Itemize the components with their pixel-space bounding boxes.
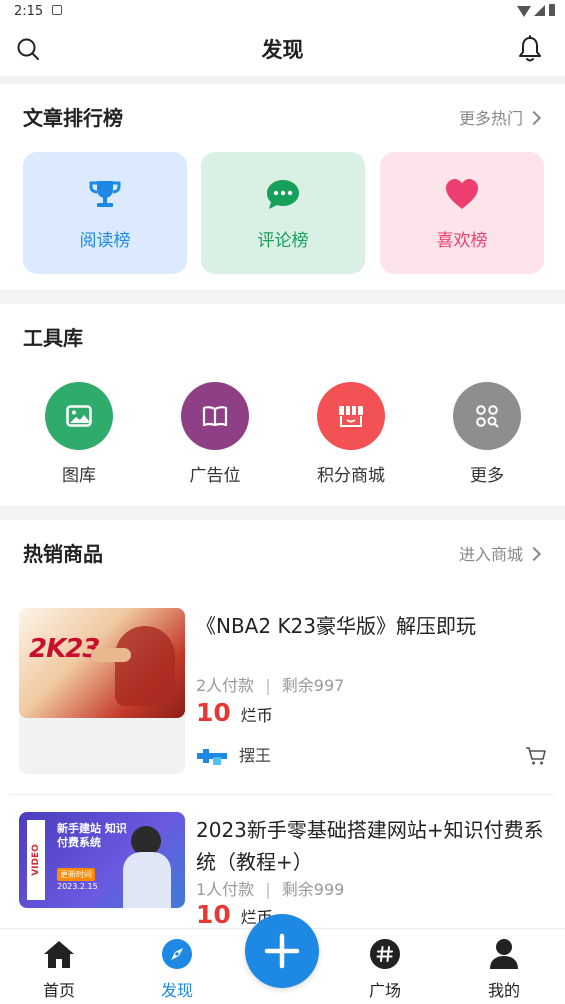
cart-icon[interactable] <box>525 746 547 766</box>
product-item[interactable]: VIDEO 新手建站 知识付费系统 更新时间 2023.2.15 2023新手零… <box>0 812 565 928</box>
store-icon <box>339 406 363 427</box>
page-title: 发现 <box>261 38 304 62</box>
like-rank-label: 喜欢榜 <box>436 231 488 251</box>
paid-count: 1人付款 <box>196 880 255 899</box>
tab-home[interactable]: 首页 <box>19 937 99 1001</box>
remaining-count: 剩余997 <box>281 676 345 695</box>
image-icon <box>66 405 92 427</box>
price-unit: 烂币 <box>240 706 273 725</box>
meta-divider: | <box>265 880 271 899</box>
tools-title: 工具库 <box>23 326 83 350</box>
tool-points-mall-label: 积分商城 <box>317 466 385 486</box>
remaining-count: 剩余999 <box>281 880 345 899</box>
battery-icon <box>549 4 555 16</box>
thumb-side-label: VIDEO <box>31 844 41 876</box>
tool-more-label: 更多 <box>470 466 504 486</box>
comment-icon <box>267 180 299 209</box>
tab-mine-label: 我的 <box>487 981 520 1000</box>
thumb-logo: 2K23 <box>29 634 100 664</box>
product-item[interactable]: 2K23 《NBA2 K23豪华版》解压即玩 2人付款 | 剩余997 10 烂币… <box>0 608 565 796</box>
more-hot-link[interactable]: 更多热门 <box>458 105 542 129</box>
reading-rank-card[interactable]: 阅读榜 <box>23 152 187 274</box>
create-post-button[interactable] <box>245 914 319 988</box>
top-header: 发现 <box>0 24 565 76</box>
signal-icon <box>534 5 545 16</box>
tool-gallery-label: 图库 <box>62 466 96 486</box>
tools-section: 工具库 图库 广告位 积分商城 更多 <box>0 304 565 506</box>
heart-icon <box>446 179 478 209</box>
chevron-right-icon <box>526 110 542 126</box>
tab-home-label: 首页 <box>42 981 75 1000</box>
thumb-title: 新手建站 知识付费系统 <box>57 822 127 849</box>
products-section: 热销商品 进入商城 2K23 《NBA2 K23豪华版》解压即玩 2人付款 | … <box>0 520 565 928</box>
hashtag-icon <box>370 939 400 969</box>
thumb-date: 2023.2.15 <box>57 882 98 891</box>
tab-discover[interactable]: 发现 <box>137 937 217 1001</box>
product-name: 《NBA2 K23豪华版》解压即玩 <box>196 614 477 638</box>
trophy-icon <box>89 181 121 207</box>
chevron-right-icon <box>526 546 542 562</box>
plus-icon <box>264 933 300 969</box>
product-meta: 2人付款 | 剩余997 <box>196 672 344 696</box>
ranking-section: 文章排行榜 更多热门 阅读榜 评论榜 喜欢榜 <box>0 84 565 290</box>
tab-mine[interactable]: 我的 <box>464 937 544 1001</box>
user-icon <box>490 939 518 969</box>
status-time: 2:15 <box>14 4 44 19</box>
paid-count: 2人付款 <box>196 676 255 695</box>
comment-rank-card[interactable]: 评论榜 <box>201 152 365 274</box>
product-meta: 1人付款 | 剩余999 <box>196 876 351 900</box>
product-thumbnail: 2K23 <box>19 608 185 718</box>
like-rank-card[interactable]: 喜欢榜 <box>380 152 544 274</box>
product-price: 10 烂币 <box>196 698 273 727</box>
more-hot-label: 更多热门 <box>458 109 523 128</box>
tab-square-label: 广场 <box>368 981 401 1000</box>
tool-points-mall[interactable]: 积分商城 <box>296 382 406 486</box>
seller-name: 摆王 <box>239 746 272 765</box>
tool-ads[interactable]: 广告位 <box>160 382 270 486</box>
seller-logo-icon <box>197 748 227 765</box>
ranking-title: 文章排行榜 <box>23 106 123 130</box>
home-icon <box>44 941 74 968</box>
wifi-icon <box>517 6 531 17</box>
enter-mall-label: 进入商城 <box>458 545 523 564</box>
comment-rank-label: 评论榜 <box>257 231 309 251</box>
products-title: 热销商品 <box>23 542 103 566</box>
tool-gallery[interactable]: 图库 <box>24 382 134 486</box>
reading-rank-label: 阅读榜 <box>79 231 131 251</box>
bell-icon[interactable] <box>517 35 543 63</box>
compass-icon <box>162 939 192 969</box>
grid-search-icon <box>476 405 499 428</box>
book-icon <box>202 406 228 427</box>
thumb-update: 更新时间 <box>57 868 95 881</box>
meta-divider: | <box>265 676 271 695</box>
notification-icon <box>52 5 62 15</box>
tool-ads-label: 广告位 <box>189 466 241 486</box>
price-value: 10 <box>196 900 231 928</box>
product-thumbnail: VIDEO 新手建站 知识付费系统 更新时间 2023.2.15 <box>19 812 185 908</box>
tool-more[interactable]: 更多 <box>432 382 542 486</box>
enter-mall-link[interactable]: 进入商城 <box>458 541 542 565</box>
status-bar: 2:15 <box>0 0 565 24</box>
price-value: 10 <box>196 698 231 727</box>
product-name: 2023新手零基础搭建网站+知识付费系统（教程+） <box>196 818 544 874</box>
divider <box>10 794 555 795</box>
seller[interactable]: 摆王 <box>197 742 271 767</box>
tab-discover-label: 发现 <box>160 981 193 1000</box>
tab-square[interactable]: 广场 <box>345 937 425 1001</box>
